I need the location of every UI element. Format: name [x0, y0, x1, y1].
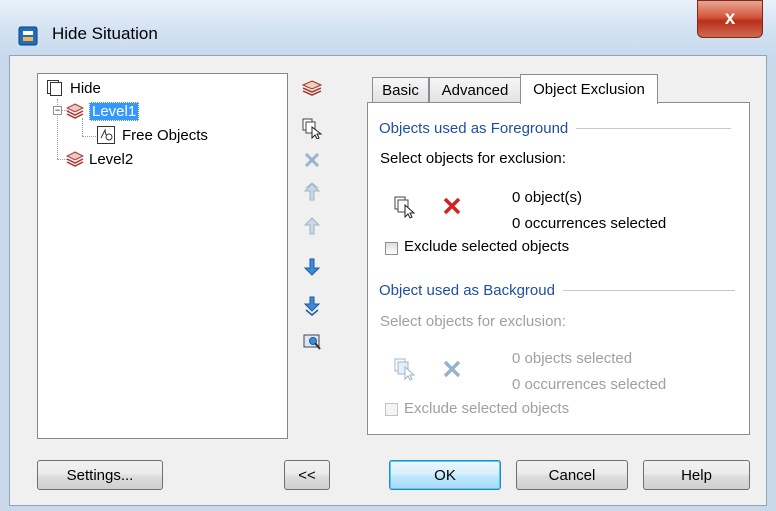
select-objects-icon — [302, 118, 323, 139]
foreground-occurrences: 0 occurrences selected — [512, 215, 667, 232]
free-objects-icon — [97, 126, 115, 144]
tree-root-label: Hide — [70, 79, 101, 97]
tree-root[interactable]: Hide — [46, 78, 101, 98]
select-objects-icon — [394, 358, 416, 381]
background-exclude-label[interactable]: Exclude selected objects — [404, 400, 569, 417]
help-button[interactable]: Help — [643, 460, 750, 490]
foreground-section-header: Objects used as Foreground — [379, 120, 732, 137]
close-button[interactable]: x — [697, 0, 763, 38]
add-level-button[interactable] — [300, 76, 324, 100]
move-up-icon — [303, 217, 321, 235]
foreground-exclude-label[interactable]: Exclude selected objects — [404, 238, 569, 255]
select-objects-icon — [394, 196, 416, 219]
collapse-button[interactable]: << — [284, 460, 330, 490]
move-down-button[interactable] — [300, 255, 324, 279]
background-exclude-checkbox[interactable] — [385, 403, 398, 416]
tree-connector — [82, 136, 96, 137]
layer-icon — [66, 103, 84, 119]
preview-icon — [303, 334, 321, 350]
tree-item-level2[interactable]: Level2 — [66, 149, 133, 169]
select-objects-button[interactable] — [300, 116, 324, 140]
tab-basic[interactable]: Basic — [372, 77, 429, 103]
move-up-button[interactable] — [300, 214, 324, 238]
app-icon — [18, 26, 38, 46]
layer-icon — [66, 151, 84, 167]
tree-item-level1[interactable]: Level1 — [66, 101, 140, 121]
ok-button[interactable]: OK — [389, 460, 501, 490]
background-select-button[interactable] — [392, 356, 418, 382]
situation-icon — [47, 80, 62, 96]
background-clear-button[interactable] — [440, 357, 464, 381]
add-level-icon — [302, 80, 322, 96]
move-bottom-button[interactable] — [300, 294, 324, 318]
delete-button[interactable] — [300, 148, 324, 172]
move-bottom-icon — [303, 296, 321, 316]
move-down-icon — [303, 258, 321, 276]
tree-item-free-objects[interactable]: Free Objects — [96, 125, 208, 145]
preview-button[interactable] — [300, 330, 324, 354]
tree-item-label: Free Objects — [122, 126, 208, 144]
situation-tree[interactable]: − Hide Level1 Free Objects Level2 — [37, 73, 288, 439]
foreground-prompt: Select objects for exclusion: — [380, 150, 566, 167]
background-section-header: Object used as Backgroud — [379, 282, 735, 299]
tree-item-label: Level2 — [89, 150, 134, 168]
close-icon: x — [724, 8, 736, 29]
tree-item-label: Level1 — [89, 101, 140, 121]
cancel-button[interactable]: Cancel — [516, 460, 628, 490]
move-top-button[interactable] — [300, 180, 324, 204]
tab-object-exclusion[interactable]: Object Exclusion — [520, 74, 658, 104]
background-prompt: Select objects for exclusion: — [380, 313, 566, 330]
background-occurrences: 0 occurrences selected — [512, 376, 667, 393]
window-title: Hide Situation — [52, 24, 158, 43]
delete-icon — [443, 360, 461, 378]
settings-button[interactable]: Settings... — [37, 460, 163, 490]
foreground-clear-button[interactable] — [440, 194, 464, 218]
delete-icon — [304, 152, 320, 168]
foreground-object-count: 0 object(s) — [512, 189, 583, 206]
foreground-select-button[interactable] — [392, 194, 418, 220]
move-top-icon — [303, 182, 321, 201]
background-object-count: 0 objects selected — [512, 350, 633, 367]
delete-icon — [443, 197, 461, 215]
tab-advanced[interactable]: Advanced — [429, 77, 521, 103]
collapse-toggle[interactable]: − — [53, 106, 62, 115]
foreground-exclude-checkbox[interactable] — [385, 242, 398, 255]
